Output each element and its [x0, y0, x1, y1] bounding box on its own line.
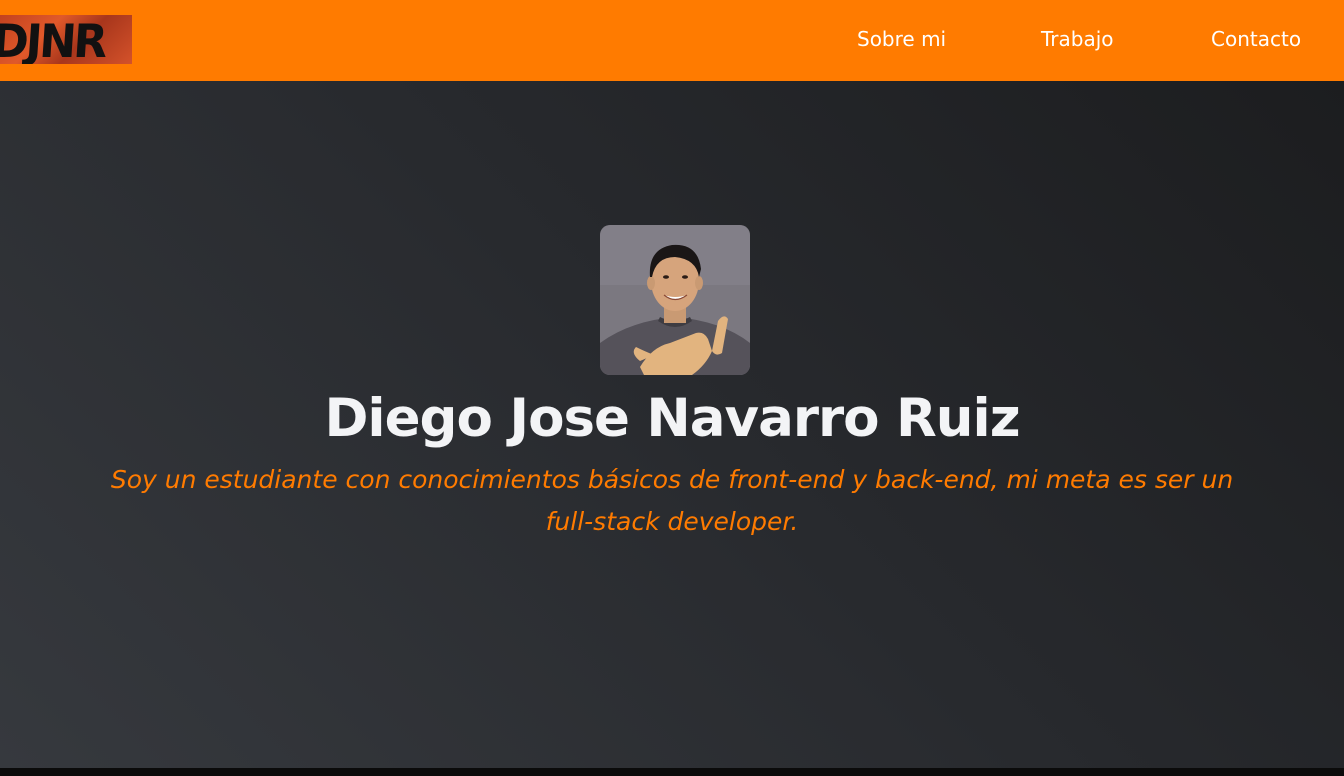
- profile-photo-illustration: [600, 225, 750, 375]
- profile-photo: [600, 225, 750, 375]
- logo-text: DJNR: [0, 15, 107, 64]
- hero-title-name: Diego Jose Navarro Ruiz: [324, 388, 1020, 449]
- navbar: DJNR Sobre mi Trabajo Contacto: [0, 0, 1344, 81]
- page-bottom-edge: [0, 768, 1344, 776]
- hero-bio: Soy un estudiante con conocimientos bási…: [0, 459, 1344, 543]
- hero-bio-line-1: Soy un estudiante con conocimientos bási…: [110, 465, 1234, 494]
- nav-link-work[interactable]: Trabajo: [1041, 25, 1114, 53]
- nav-link-contact[interactable]: Contacto: [1211, 25, 1301, 53]
- hero-bio-line-2: full-stack developer.: [545, 507, 799, 536]
- nav-link-about[interactable]: Sobre mi: [857, 25, 946, 53]
- site-logo[interactable]: DJNR: [0, 15, 132, 64]
